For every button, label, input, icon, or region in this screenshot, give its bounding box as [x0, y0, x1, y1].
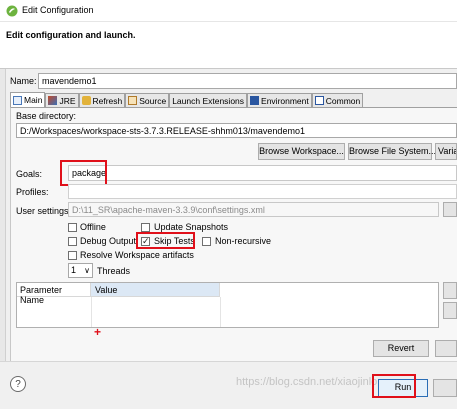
- jre-icon: [48, 96, 58, 105]
- name-label: Name:: [10, 76, 37, 86]
- variables-button[interactable]: Varia: [435, 143, 457, 160]
- close-button[interactable]: [433, 379, 457, 397]
- offline-checkbox[interactable]: [68, 223, 77, 232]
- update-snapshots-label: Update Snapshots: [154, 222, 229, 232]
- non-recursive-label: Non-recursive: [215, 236, 272, 246]
- tab-refresh-label: Refresh: [92, 95, 123, 106]
- tab-source-label: Source: [139, 95, 167, 106]
- chevron-down-icon: ∨: [84, 266, 90, 275]
- tab-environment-label: Environment: [261, 95, 309, 106]
- base-directory-field[interactable]: D:/Workspaces/workspace-sts-3.7.3.RELEAS…: [16, 123, 457, 138]
- environment-icon: [250, 96, 260, 105]
- threads-label: Threads: [97, 266, 131, 276]
- user-settings-field[interactable]: D:\11_SR\apache-maven-3.3.9\conf\setting…: [68, 202, 439, 217]
- tab-launch-extensions[interactable]: Launch Extensions: [169, 93, 248, 107]
- update-snapshots-checkbox[interactable]: [141, 223, 150, 232]
- tab-source[interactable]: Source: [125, 93, 170, 107]
- tab-common-label: Common: [325, 95, 361, 106]
- window-title: Edit Configuration: [22, 5, 94, 15]
- debug-output-label: Debug Output: [80, 236, 137, 246]
- dialog-header: [0, 22, 457, 68]
- add-marker-icon: +: [94, 325, 102, 339]
- tab-refresh[interactable]: Refresh: [78, 93, 126, 107]
- run-highlight-box: [372, 374, 416, 398]
- resolve-workspace-label: Resolve Workspace artifacts: [80, 250, 194, 260]
- name-field[interactable]: mavendemo1: [38, 73, 457, 89]
- left-edge-strip: [0, 69, 6, 361]
- user-settings-label: User settings:: [16, 206, 72, 216]
- help-icon[interactable]: ?: [10, 376, 26, 392]
- param-name-header[interactable]: Parameter Name: [17, 283, 91, 305]
- offline-label: Offline: [80, 222, 106, 232]
- revert-button[interactable]: Revert: [373, 340, 429, 357]
- table-column-divider: [91, 297, 92, 327]
- param-edit-button[interactable]: [443, 302, 457, 319]
- tab-launch-extensions-label: Launch Extensions: [172, 95, 245, 106]
- skip-tests-highlight-box: [136, 232, 195, 249]
- resolve-workspace-checkbox[interactable]: [68, 251, 77, 260]
- tab-main[interactable]: Main: [10, 92, 46, 107]
- non-recursive-checkbox[interactable]: [202, 237, 211, 246]
- source-icon: [128, 96, 138, 105]
- browse-file-system-button[interactable]: Browse File System...: [348, 143, 436, 160]
- table-column-divider: [220, 297, 221, 327]
- tab-main-label: Main: [24, 95, 43, 105]
- debug-output-checkbox[interactable]: [68, 237, 77, 246]
- apply-button[interactable]: [435, 340, 457, 357]
- tab-jre[interactable]: JRE: [45, 93, 79, 107]
- threads-value: 1: [71, 265, 77, 275]
- tab-jre-label: JRE: [59, 95, 76, 106]
- tab-environment[interactable]: Environment: [247, 93, 312, 107]
- param-add-button[interactable]: [443, 282, 457, 299]
- goals-label: Goals:: [16, 169, 43, 179]
- profiles-label: Profiles:: [16, 187, 49, 197]
- tab-common[interactable]: Common: [311, 93, 364, 107]
- browse-workspace-button[interactable]: Browse Workspace...: [258, 143, 345, 160]
- threads-select[interactable]: 1 ∨: [68, 263, 93, 278]
- main-tab-icon: [13, 95, 22, 105]
- profiles-field[interactable]: [68, 184, 457, 199]
- refresh-icon: [81, 96, 91, 105]
- tab-bar: Main JRE Refresh Source Launch Extension…: [10, 92, 457, 107]
- goals-field[interactable]: package: [68, 165, 457, 181]
- watermark-text: https://blog.csdn.net/xiaojinlong: [236, 376, 390, 388]
- common-icon: [314, 96, 324, 105]
- header-title: Edit configuration and launch.: [6, 30, 136, 40]
- spring-icon: [6, 5, 18, 17]
- base-directory-label: Base directory:: [16, 111, 77, 121]
- goals-highlight-box: [60, 160, 107, 186]
- user-settings-browse-button[interactable]: [443, 202, 457, 217]
- param-value-header[interactable]: Value: [91, 283, 220, 297]
